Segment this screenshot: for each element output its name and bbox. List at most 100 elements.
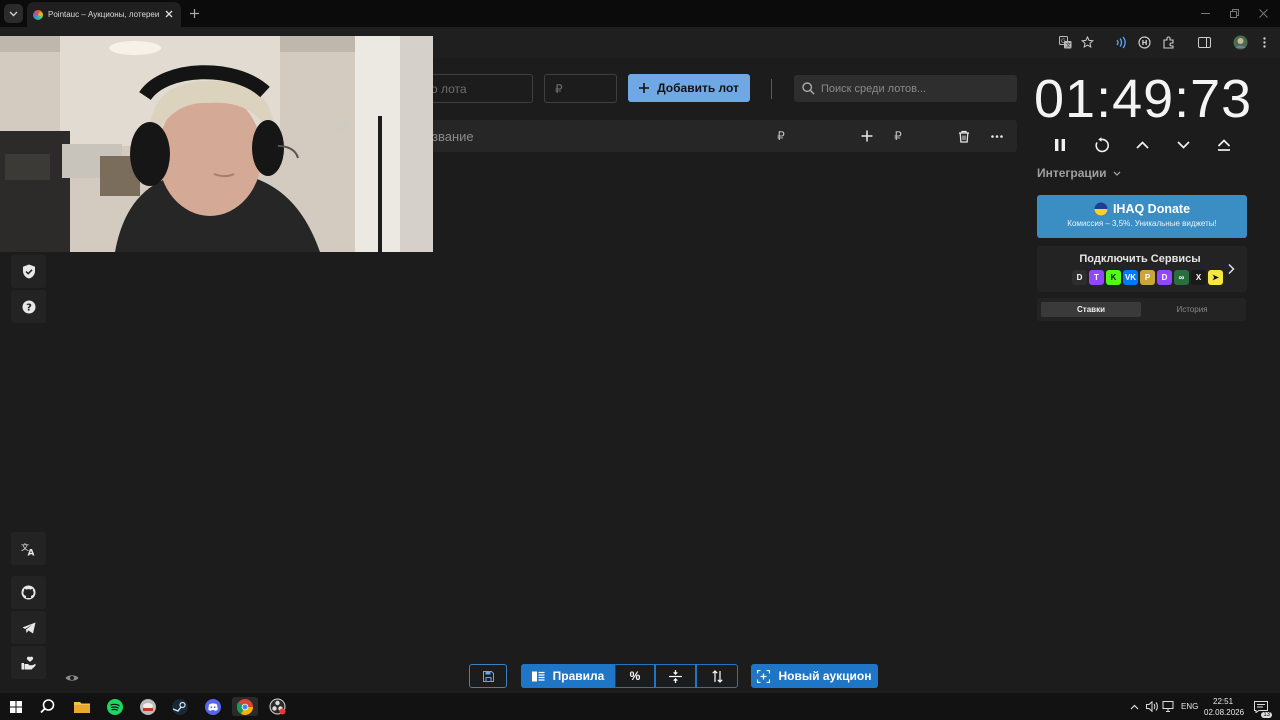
chevron-right-icon — [1228, 263, 1235, 275]
align-center-button[interactable] — [655, 664, 696, 688]
tab-history[interactable]: История — [1142, 302, 1242, 317]
translate-icon[interactable]: G文 — [1058, 35, 1073, 50]
network-icon[interactable] — [1161, 697, 1175, 716]
window-close-icon[interactable] — [1256, 7, 1270, 20]
search-placeholder: Поиск среди лотов... — [821, 82, 927, 95]
rules-list-icon — [531, 671, 545, 681]
visibility-icon[interactable] — [65, 673, 79, 685]
lot-amount-currency[interactable]: ₽ — [773, 128, 789, 144]
taskbar-search-icon[interactable] — [38, 697, 57, 716]
language-indicator[interactable]: ENG — [1181, 702, 1198, 711]
chevron-down-icon — [9, 11, 18, 16]
add-amount-icon[interactable] — [859, 128, 875, 144]
discord-icon[interactable] — [203, 697, 222, 716]
webcam-overlay — [0, 36, 433, 252]
volume-icon[interactable] — [1144, 697, 1160, 716]
chevron-up-icon[interactable] — [1133, 136, 1151, 154]
notification-center-icon[interactable]: 13 — [1251, 697, 1272, 718]
service-icon-3: VK — [1123, 270, 1138, 285]
service-icon-7: X — [1191, 270, 1206, 285]
lot-amount-placeholder: ₽ — [555, 81, 563, 96]
trash-icon[interactable] — [956, 128, 972, 144]
integrations-label: Интеграции — [1037, 166, 1107, 180]
browser-tab-active[interactable]: Pointauc – Аукционы, лотереи — [27, 2, 181, 27]
svg-text:H: H — [1142, 39, 1148, 47]
extensions-puzzle-icon[interactable] — [1161, 35, 1176, 50]
sort-icon — [711, 669, 723, 683]
lot-name-input[interactable]: о лота — [420, 74, 533, 103]
connect-services-title: Подключить Сервисы — [1079, 253, 1201, 265]
bookmark-star-icon[interactable] — [1080, 35, 1095, 50]
shield-button[interactable] — [11, 255, 46, 288]
obs-icon[interactable] — [268, 697, 287, 716]
connect-services-button[interactable]: Подключить Сервисы D T K VK P D ∞ X ➤ — [1037, 246, 1247, 292]
percent-button[interactable]: % — [615, 664, 655, 688]
service-icon-6: ∞ — [1174, 270, 1189, 285]
save-icon — [482, 670, 494, 682]
audio-extension-icon[interactable] — [1113, 35, 1128, 50]
extension-h-icon[interactable]: H — [1137, 35, 1152, 50]
kebab-menu-icon[interactable] — [1257, 35, 1272, 50]
divider — [771, 79, 772, 99]
search-icon — [802, 82, 815, 95]
steam-icon[interactable] — [170, 697, 189, 716]
add-amount-currency[interactable]: ₽ — [890, 128, 906, 144]
lot-name-placeholder: о лота — [431, 81, 467, 96]
ihaq-logo-icon — [1094, 202, 1108, 216]
tab-bets[interactable]: Ставки — [1041, 302, 1141, 317]
restore-icon[interactable] — [1227, 7, 1241, 20]
spotify-icon[interactable] — [105, 697, 124, 716]
plus-icon — [639, 83, 650, 93]
language-button[interactable]: 文A — [11, 532, 46, 565]
windows-start-icon[interactable] — [6, 697, 25, 716]
telegram-icon — [22, 622, 35, 633]
help-icon: ? — [22, 300, 35, 313]
service-icon-2: K — [1106, 270, 1121, 285]
support-button[interactable] — [11, 646, 46, 679]
telegram-button[interactable] — [11, 611, 46, 644]
save-button[interactable] — [469, 664, 507, 688]
app-avatar-icon[interactable] — [138, 697, 157, 716]
tab-title: Pointauc – Аукционы, лотереи — [48, 10, 160, 19]
lots-search-input[interactable]: Поиск среди лотов... — [794, 75, 1017, 102]
profile-avatar[interactable] — [1233, 35, 1248, 50]
percent-label: % — [629, 669, 641, 683]
reset-icon[interactable] — [1092, 136, 1110, 154]
service-icon-0: D — [1072, 270, 1087, 285]
shield-icon — [22, 264, 35, 279]
chevron-down-icon[interactable] — [1174, 136, 1192, 154]
side-panel-icon[interactable] — [1197, 35, 1212, 50]
donate-title: IHAQ Donate — [1112, 202, 1191, 216]
lot-row: звание ₽ ₽ — [420, 120, 1017, 152]
add-lot-label: Добавить лот — [657, 81, 739, 95]
tray-chevron-up-icon[interactable] — [1128, 697, 1140, 716]
close-icon[interactable] — [163, 8, 175, 20]
chevron-down-icon — [1113, 171, 1121, 176]
help-button[interactable]: ? — [11, 290, 46, 323]
pause-icon[interactable] — [1051, 136, 1069, 154]
svg-text:文: 文 — [1066, 41, 1072, 49]
browser-tab-strip: Pointauc – Аукционы, лотереи — [0, 0, 1280, 27]
notification-count: 13 — [1261, 712, 1272, 718]
bets-history-tabs: Ставки История — [1037, 298, 1246, 321]
minimize-icon[interactable] — [1198, 7, 1212, 20]
add-lot-button[interactable]: Добавить лот — [628, 74, 750, 102]
chrome-taskbar-icon[interactable] — [232, 697, 258, 716]
donate-subtitle: Комиссия – 3,5%. Уникальные виджеты! — [1067, 219, 1217, 228]
tab-search-button[interactable] — [4, 4, 23, 23]
clock-date[interactable]: 02.08.2026 — [1204, 708, 1244, 717]
double-chevron-up-icon[interactable] — [1215, 136, 1233, 154]
file-explorer-icon[interactable] — [72, 697, 91, 716]
ihaq-donate-button[interactable]: IHAQ Donate Комиссия – 3,5%. Уникальные … — [1037, 195, 1247, 238]
rules-button[interactable]: Правила — [521, 664, 615, 688]
sort-button[interactable] — [696, 664, 738, 688]
new-auction-button[interactable]: Новый аукцион — [751, 664, 878, 688]
rules-label: Правила — [552, 669, 605, 683]
lot-name-field[interactable]: звание — [432, 129, 474, 144]
clock-time[interactable]: 22:51 — [1213, 697, 1233, 706]
lot-amount-input[interactable]: ₽ — [544, 74, 617, 103]
integrations-dropdown[interactable]: Интеграции — [1037, 166, 1121, 180]
more-options-icon[interactable] — [989, 128, 1005, 144]
github-button[interactable] — [11, 576, 46, 609]
new-tab-icon[interactable] — [188, 7, 201, 20]
